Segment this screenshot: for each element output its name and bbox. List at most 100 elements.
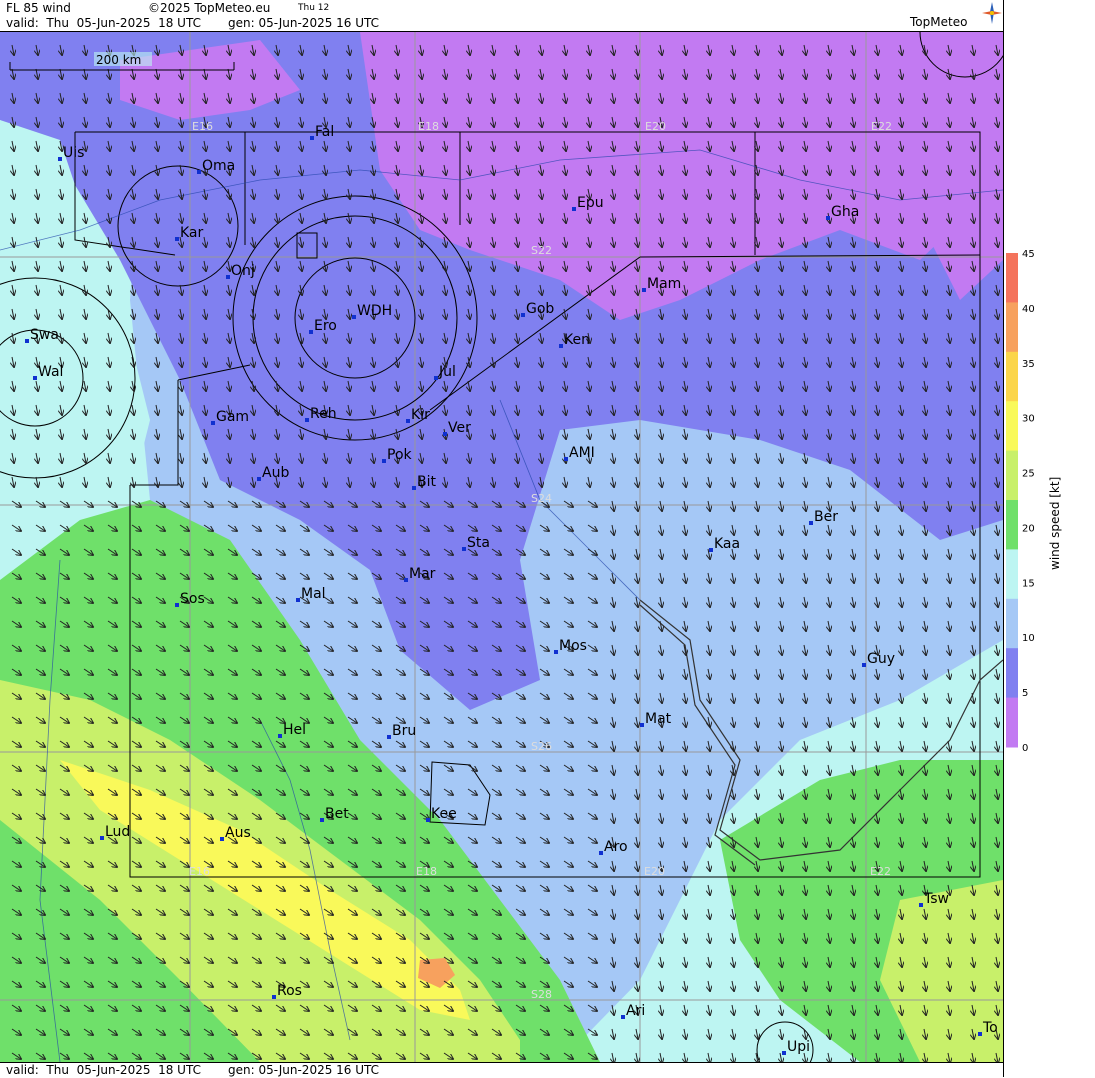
colorbar-title: wind speed [kt] (1048, 476, 1062, 570)
place-guy: Guy (862, 651, 895, 667)
place-ami: AMI (564, 445, 595, 461)
svg-text:Sos: Sos (180, 591, 205, 607)
place-lud: Lud (100, 824, 130, 840)
colorbar-tick: 15 (1022, 578, 1035, 589)
compass-logo-icon (982, 2, 1002, 24)
place-wdh: WDH (352, 303, 392, 319)
svg-text:Mos: Mos (559, 638, 587, 654)
colorbar-segment (1006, 302, 1018, 353)
footer-gen: gen: 05-Jun-2025 16 UTC (228, 1063, 380, 1077)
colorbar-segment (1006, 450, 1018, 501)
day-label: Thu 12 (298, 3, 330, 13)
place-gam: Gam (211, 409, 249, 425)
svg-text:Gam: Gam (216, 409, 249, 425)
svg-text:Lud: Lud (105, 824, 130, 840)
lon-label-top: E22 (871, 120, 892, 133)
valid-time: valid: Thu 05-Jun-2025 18 UTC (6, 16, 201, 30)
place-reh: Reh (305, 406, 337, 422)
scale-label: 200 km (96, 53, 141, 67)
svg-text:Guy: Guy (867, 651, 895, 667)
lat-label: S22 (531, 244, 552, 257)
svg-text:Ber: Ber (814, 509, 838, 525)
svg-text:Reh: Reh (310, 406, 337, 422)
colorbar-segment (1006, 401, 1018, 452)
place-ver: Ver (443, 420, 471, 436)
svg-text:Ero: Ero (314, 318, 337, 334)
svg-text:Wal: Wal (38, 364, 63, 380)
svg-text:Swa: Swa (30, 327, 59, 343)
svg-text:AMI: AMI (569, 445, 595, 461)
svg-text:Aub: Aub (262, 465, 289, 481)
svg-text:Aro: Aro (604, 839, 628, 855)
lon-label-bottom: E22 (870, 865, 891, 878)
svg-text:Ros: Ros (277, 983, 302, 999)
colorbar-tick: 30 (1022, 414, 1035, 425)
colorbar-segment (1006, 598, 1018, 649)
wind-map[interactable]: 200 km E16 E18 E20 E22 E16 E18 E20 E22 S… (0, 32, 1003, 1062)
place-hel: Hel (278, 722, 306, 738)
svg-text:Oma: Oma (202, 158, 235, 174)
place-ros: Ros (272, 983, 302, 999)
place-aro: Aro (599, 839, 628, 855)
svg-text:Upi: Upi (787, 1039, 810, 1055)
svg-text:Mar: Mar (409, 566, 436, 582)
place-kaa: Kaa (709, 536, 740, 552)
svg-text:To: To (982, 1020, 998, 1036)
place-mar: Mar (404, 566, 436, 582)
svg-text:Onj: Onj (231, 263, 255, 279)
place-ero: Ero (309, 318, 337, 334)
svg-text:Sta: Sta (467, 535, 490, 551)
colorbar-segment (1006, 648, 1018, 699)
place-mam: Mam (642, 276, 681, 292)
lat-label: S24 (531, 492, 552, 505)
svg-text:Uis: Uis (63, 145, 84, 161)
place-epu: Epu (572, 195, 604, 211)
svg-text:Jul: Jul (438, 364, 456, 380)
colorbar-segment (1006, 697, 1018, 748)
place-sos: Sos (175, 591, 205, 607)
place-oma: Oma (197, 158, 235, 174)
place-aus: Aus (220, 825, 251, 841)
lon-label-top: E20 (645, 120, 666, 133)
svg-text:Tsw: Tsw (923, 891, 949, 907)
place-swa: Swa (25, 327, 59, 343)
svg-text:Kaa: Kaa (714, 536, 740, 552)
svg-text:Gob: Gob (526, 301, 554, 317)
svg-text:Mat: Mat (645, 711, 672, 727)
svg-text:Ken: Ken (564, 332, 590, 348)
lon-label-bottom: E18 (416, 865, 437, 878)
place-sta: Sta (462, 535, 490, 551)
place-mal: Mal (296, 586, 326, 602)
svg-text:Hel: Hel (283, 722, 306, 738)
map-header: FL 85 wind ©2025 TopMeteo.eu Thu 12 vali… (0, 0, 1003, 32)
product-title: FL 85 wind (6, 1, 71, 15)
svg-text:Bit: Bit (417, 474, 436, 490)
lat-label: S28 (531, 988, 552, 1001)
place-bet: Bet (320, 806, 349, 822)
svg-text:Kir: Kir (411, 407, 430, 423)
place-aub: Aub (257, 465, 289, 481)
colorbar-tick: 5 (1022, 688, 1028, 699)
place-ken: Ken (559, 332, 590, 348)
lon-label-bottom: E20 (644, 865, 665, 878)
svg-text:Pok: Pok (387, 447, 413, 463)
place-ber: Ber (809, 509, 838, 525)
place-pok: Pok (382, 447, 413, 463)
place-upi: Upi (782, 1039, 810, 1055)
colorbar-tick: 0 (1022, 743, 1028, 754)
place-tsw: Tsw (919, 891, 949, 907)
place-kar: Kar (175, 225, 204, 241)
map-footer: valid: Thu 05-Jun-2025 18 UTC gen: 05-Ju… (0, 1062, 1003, 1078)
gen-time: gen: 05-Jun-2025 16 UTC (228, 16, 380, 30)
svg-text:Epu: Epu (577, 195, 604, 211)
colorbar-tick: 10 (1022, 633, 1035, 644)
lat-label: S26 (531, 740, 552, 753)
svg-text:Bet: Bet (325, 806, 349, 822)
place-bru: Bru (387, 723, 416, 739)
lon-label-top: E18 (418, 120, 439, 133)
colorbar-tick: 25 (1022, 469, 1035, 480)
place-gha: Gha (826, 204, 859, 220)
place-gob: Gob (521, 301, 554, 317)
logo-text: TopMeteo (910, 15, 968, 29)
place-mat: Mat (640, 711, 672, 727)
